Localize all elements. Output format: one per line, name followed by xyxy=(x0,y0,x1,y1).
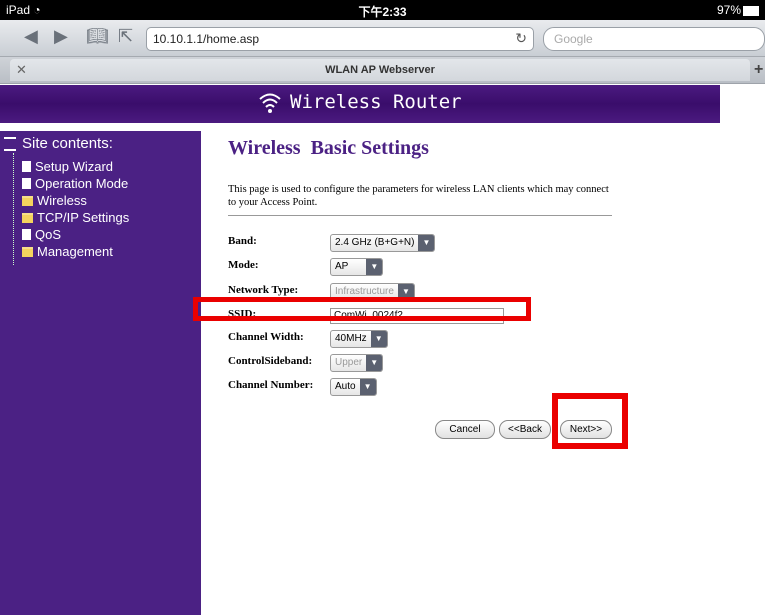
brand-title: Wireless Router xyxy=(290,91,462,113)
tab-active[interactable]: ✕ WLAN AP Webserver xyxy=(10,59,750,81)
tree-root-icon xyxy=(4,137,16,151)
dropdown-arrow-icon: ▼ xyxy=(370,331,387,347)
channel-number-label: Channel Number: xyxy=(228,379,314,391)
divider xyxy=(228,215,612,216)
sidebar-title: Site contents: xyxy=(22,135,113,152)
sidebar: Site contents: Setup Wizard Operation Mo… xyxy=(0,131,201,615)
mode-label: Mode: xyxy=(228,259,259,271)
dropdown-arrow-icon: ▼ xyxy=(366,355,383,371)
tree-connector xyxy=(13,153,15,265)
channel-number-row: Channel Number: Auto ▼ xyxy=(228,376,612,396)
new-tab-icon[interactable]: + xyxy=(754,61,763,79)
dropdown-arrow-icon: ▼ xyxy=(359,379,376,395)
browser-toolbar: ◀ ▶ 📖︎ ⇱ 10.10.1.1/home.asp ↻ Google xyxy=(0,20,765,57)
band-row: Band: 2.4 GHz (B+G+N) ▼ xyxy=(228,232,612,252)
network-type-label: Network Type: xyxy=(228,284,299,296)
cancel-button[interactable]: Cancel xyxy=(435,420,495,439)
clock: 下午2:33 xyxy=(358,5,407,19)
band-select[interactable]: 2.4 GHz (B+G+N) ▼ xyxy=(330,234,436,252)
bookmarks-icon[interactable]: 📖︎ xyxy=(86,26,109,47)
reload-icon[interactable]: ↻ xyxy=(515,30,527,47)
tab-bar: ✕ WLAN AP Webserver + xyxy=(0,57,765,84)
folder-icon xyxy=(22,196,33,206)
address-bar[interactable]: 10.10.1.1/home.asp ↻ xyxy=(146,27,534,51)
page-icon xyxy=(22,229,31,240)
channel-width-row: Channel Width: 40MHz ▼ xyxy=(228,328,612,348)
sidebar-item-wireless[interactable]: Wireless xyxy=(22,193,87,208)
search-placeholder: Google xyxy=(554,32,593,46)
forward-icon[interactable]: ▶ xyxy=(54,26,68,47)
channel-number-select[interactable]: Auto ▼ xyxy=(330,378,377,396)
sidebar-item-setup-wizard[interactable]: Setup Wizard xyxy=(22,159,113,174)
control-sideband-label: ControlSideband: xyxy=(228,355,313,367)
status-bar: iPad ◔ 下午2:33 97% xyxy=(0,0,765,20)
tab-title: WLAN AP Webserver xyxy=(325,64,435,76)
sidebar-item-management[interactable]: Management xyxy=(22,244,113,259)
folder-icon xyxy=(22,213,33,223)
sidebar-item-operation-mode[interactable]: Operation Mode xyxy=(22,176,128,191)
share-icon[interactable]: ⇱ xyxy=(118,26,133,47)
channel-width-select[interactable]: 40MHz ▼ xyxy=(330,330,388,348)
folder-icon xyxy=(22,247,33,257)
mode-row: Mode: AP ▼ xyxy=(228,256,612,276)
search-field[interactable]: Google xyxy=(543,27,765,51)
dropdown-arrow-icon: ▼ xyxy=(366,259,383,275)
page-description: This page is used to configure the param… xyxy=(228,184,609,208)
router-header: Wireless Router xyxy=(0,85,720,123)
control-sideband-row: ControlSideband: Upper ▼ xyxy=(228,352,612,372)
mode-select[interactable]: AP ▼ xyxy=(330,258,384,276)
next-highlight-box xyxy=(552,393,628,449)
url-text: 10.10.1.1/home.asp xyxy=(153,32,260,46)
battery-indicator: 97% xyxy=(717,3,759,17)
page-title: Wireless Basic Settings xyxy=(228,137,429,159)
back-icon[interactable]: ◀ xyxy=(24,26,38,47)
band-label: Band: xyxy=(228,235,257,247)
page-icon xyxy=(22,178,31,189)
back-button[interactable]: <<Back xyxy=(499,420,551,439)
page-icon xyxy=(22,161,31,172)
dropdown-arrow-icon: ▼ xyxy=(418,235,435,251)
ssid-highlight-box xyxy=(193,297,531,321)
sidebar-item-tcpip-settings[interactable]: TCP/IP Settings xyxy=(22,210,129,225)
control-sideband-select[interactable]: Upper ▼ xyxy=(330,354,384,372)
channel-width-label: Channel Width: xyxy=(228,331,304,343)
wifi-icon xyxy=(259,93,281,113)
battery-icon xyxy=(743,5,759,16)
sidebar-item-qos[interactable]: QoS xyxy=(22,227,61,242)
